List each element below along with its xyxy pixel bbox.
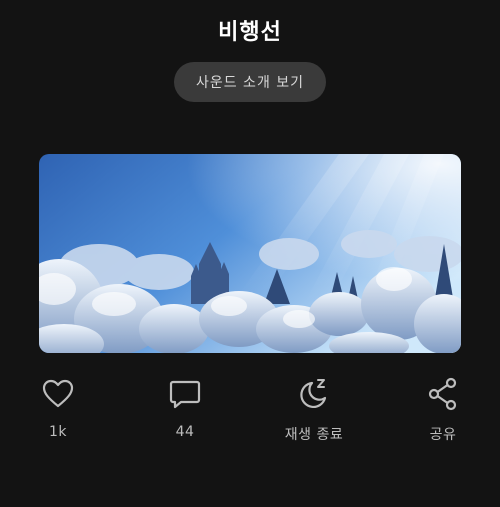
sleep-timer-button[interactable]: 재생 종료 <box>264 376 364 444</box>
cover-image <box>39 154 461 353</box>
page-title: 비행선 <box>218 20 282 45</box>
sound-intro-button[interactable]: 사운드 소개 보기 <box>174 62 326 102</box>
like-count: 1k <box>48 424 67 440</box>
cover-artwork <box>39 154 461 353</box>
comment-icon <box>169 380 201 409</box>
comment-count: 44 <box>175 424 195 440</box>
share-icon <box>428 377 457 411</box>
sleep-timer-icon <box>300 379 327 408</box>
heart-icon <box>42 379 74 408</box>
sound-detail-screen: 비행선 사운드 소개 보기 1k 44 재생 종료 공유 <box>0 0 500 507</box>
sleep-timer-label: 재생 종료 <box>284 427 344 443</box>
action-bar: 1k 44 재생 종료 공유 <box>0 376 500 446</box>
comment-button[interactable]: 44 <box>135 376 235 440</box>
share-button[interactable]: 공유 <box>393 376 493 444</box>
like-button[interactable]: 1k <box>8 376 108 440</box>
share-label: 공유 <box>429 427 457 443</box>
